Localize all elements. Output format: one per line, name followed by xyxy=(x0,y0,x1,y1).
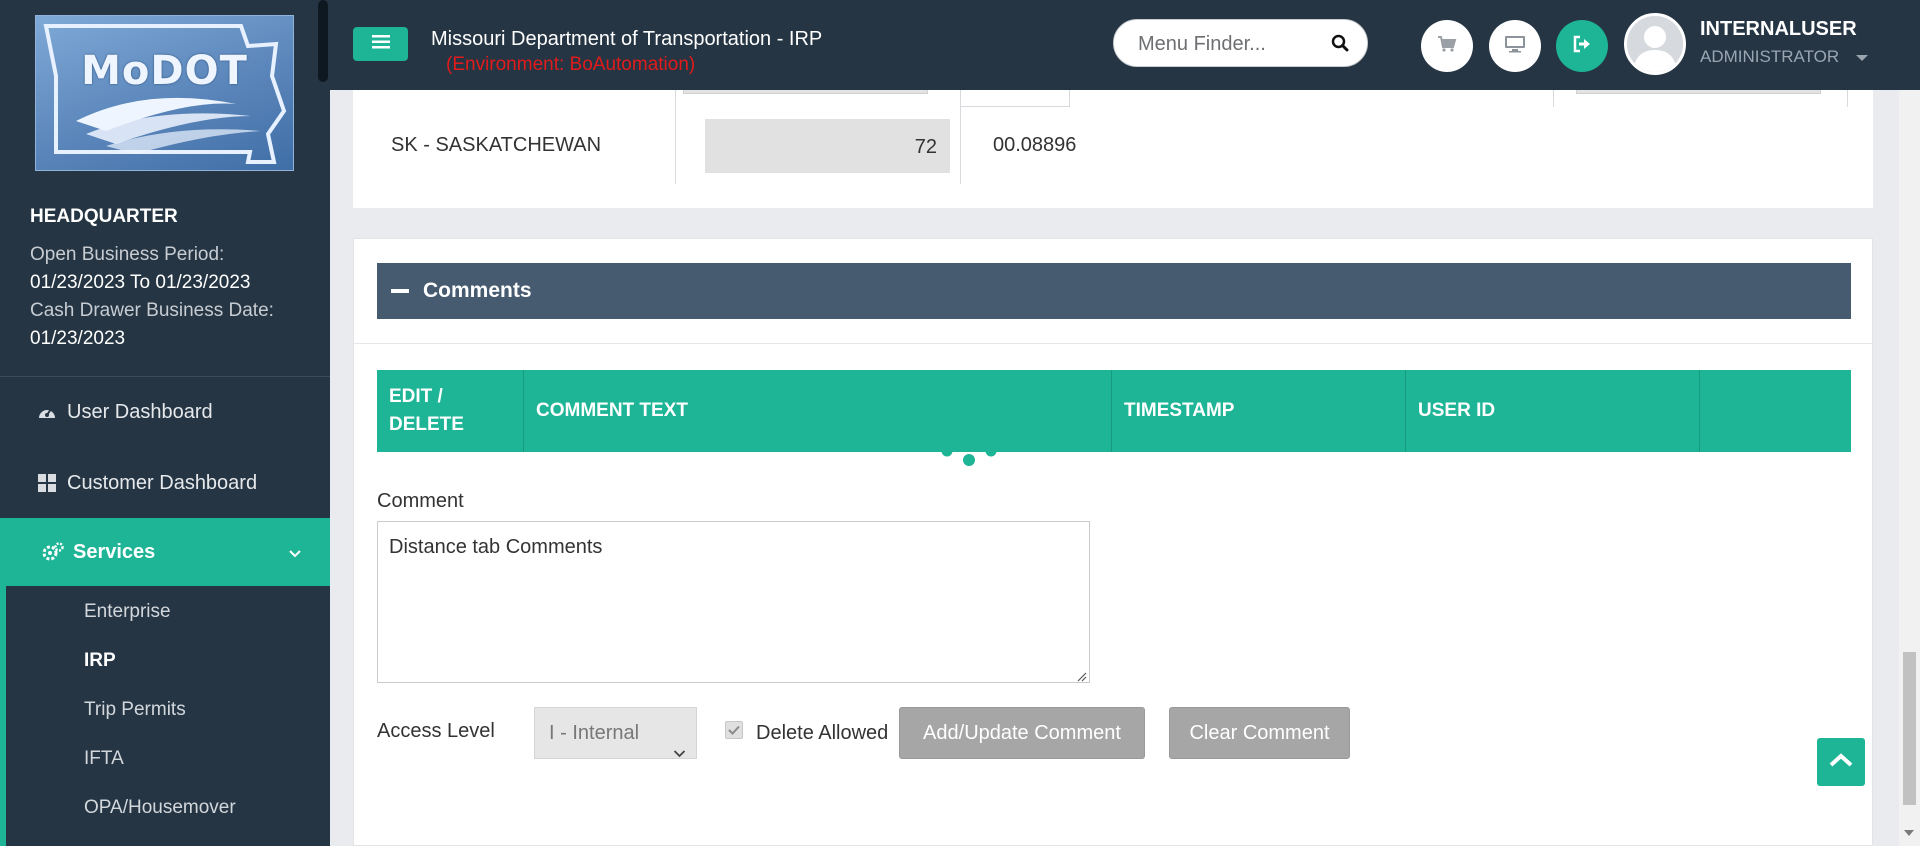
distance-percent-value: 00.08896 xyxy=(993,134,1077,156)
sidebar-item-services[interactable]: Services xyxy=(0,518,330,586)
avatar[interactable] xyxy=(1624,13,1686,75)
sidebar-scrollbar[interactable] xyxy=(318,0,328,82)
grid-icon xyxy=(36,472,58,494)
submenu-item-trip-permits[interactable]: Trip Permits xyxy=(84,699,186,721)
menu-toggle-button[interactable] xyxy=(353,27,408,61)
submenu-item-ifta[interactable]: IFTA xyxy=(84,748,124,770)
sign-out-icon xyxy=(1572,35,1592,58)
comment-textarea[interactable] xyxy=(377,521,1090,683)
jurisdiction-name: SK - SASKATCHEWAN xyxy=(391,134,602,156)
open-period-value: 01/23/2023 To 01/23/2023 xyxy=(30,272,251,293)
column-header-edit-delete: EDIT / DELETE xyxy=(377,370,524,452)
hamburger-icon xyxy=(371,34,390,54)
resize-grip-icon[interactable] xyxy=(1076,669,1087,687)
table-column-divider xyxy=(1553,90,1554,107)
user-name[interactable]: INTERNALUSER xyxy=(1700,18,1857,41)
submenu-item-opa-housemover[interactable]: OPA/Housemover xyxy=(84,797,236,819)
sidebar-divider xyxy=(0,376,330,377)
dashboard-gauge-icon xyxy=(36,401,58,423)
column-header-timestamp: TIMESTAMP xyxy=(1112,370,1406,452)
open-period-label: Open Business Period: xyxy=(30,244,225,265)
modot-logo: MoDOT xyxy=(35,15,294,171)
user-silhouette-icon xyxy=(1627,16,1683,72)
cash-drawer-label: Cash Drawer Business Date: xyxy=(30,300,274,321)
comments-panel: Comments EDIT / DELETE COMMENT TEXT TIMES… xyxy=(353,238,1873,846)
monitor-button[interactable] xyxy=(1489,20,1541,72)
previous-row-input-edge xyxy=(683,90,928,94)
column-header-comment-text: COMMENT TEXT xyxy=(524,370,1112,452)
user-role[interactable]: ADMINISTRATOR xyxy=(1700,47,1839,67)
table-column-divider xyxy=(1847,90,1848,107)
distance-miles-input[interactable]: 72 xyxy=(705,119,950,173)
delete-allowed-checkbox[interactable] xyxy=(725,721,743,739)
sidebar: MoDOT HEADQUARTER Open Business Period: … xyxy=(0,0,330,846)
delete-allowed-label: Delete Allowed xyxy=(756,722,889,744)
loading-spinner-icon xyxy=(939,445,999,471)
chevron-down-icon xyxy=(673,727,686,777)
search-icon[interactable] xyxy=(1331,34,1349,57)
sidebar-item-label: Services xyxy=(73,540,156,563)
access-level-value: I - Internal xyxy=(549,722,640,744)
sidebar-item-user-dashboard[interactable]: User Dashboard xyxy=(0,378,330,446)
scroll-down-arrow-icon[interactable] xyxy=(1904,830,1914,836)
environment-label: (Environment: BoAutomation) xyxy=(446,54,696,75)
table-column-divider xyxy=(675,90,676,184)
table-column-divider xyxy=(960,90,961,184)
checkmark-icon xyxy=(728,725,740,735)
column-header-user-id: USER ID xyxy=(1406,370,1700,452)
back-to-top-button[interactable] xyxy=(1817,738,1865,786)
cash-drawer-value: 01/23/2023 xyxy=(30,328,126,349)
clear-comment-button[interactable]: Clear Comment xyxy=(1169,707,1350,759)
chevron-down-icon xyxy=(288,542,302,565)
logo-wordmark: MoDOT xyxy=(81,48,248,94)
cart-icon xyxy=(1437,35,1457,58)
distance-table-panel: SK - SASKATCHEWAN 72 00.08896 xyxy=(353,90,1873,208)
scrollbar-thumb[interactable] xyxy=(1903,652,1916,805)
app-title: Missouri Department of Transportation - … xyxy=(431,28,823,50)
main-content: SK - SASKATCHEWAN 72 00.08896 Comments E… xyxy=(330,90,1904,846)
submenu-item-enterprise[interactable]: Enterprise xyxy=(84,601,171,623)
comments-panel-header[interactable]: Comments xyxy=(377,263,1851,319)
sidebar-item-customer-dashboard[interactable]: Customer Dashboard xyxy=(0,449,330,517)
sidebar-item-label: User Dashboard xyxy=(67,400,213,423)
logout-button[interactable] xyxy=(1556,20,1608,72)
access-level-label: Access Level xyxy=(377,720,495,742)
panel-divider xyxy=(354,343,1872,344)
comments-title: Comments xyxy=(423,279,532,302)
chevron-up-icon xyxy=(1828,752,1854,773)
comments-table-header: EDIT / DELETE COMMENT TEXT TIMESTAMP USER… xyxy=(377,370,1851,452)
sidebar-item-label: Customer Dashboard xyxy=(67,471,258,494)
submenu-item-irp[interactable]: IRP xyxy=(84,650,116,672)
page-scrollbar[interactable] xyxy=(1899,90,1920,846)
access-level-select[interactable]: I - Internal xyxy=(534,707,697,759)
office-name: HEADQUARTER xyxy=(30,206,178,227)
comment-label: Comment xyxy=(377,490,464,512)
table-cell-border xyxy=(960,106,1070,107)
gears-icon xyxy=(42,541,64,563)
previous-row-input-edge xyxy=(1576,90,1821,94)
top-header: Missouri Department of Transportation - … xyxy=(330,0,1920,90)
menu-finder xyxy=(1113,19,1368,67)
column-header-blank xyxy=(1700,370,1851,452)
menu-finder-input[interactable] xyxy=(1138,30,1328,58)
caret-down-icon[interactable] xyxy=(1856,55,1868,61)
table-column-divider xyxy=(1069,90,1070,107)
submenu-indicator xyxy=(0,586,6,846)
collapse-minus-icon[interactable] xyxy=(391,289,409,293)
cart-button[interactable] xyxy=(1421,20,1473,72)
add-update-comment-button[interactable]: Add/Update Comment xyxy=(899,707,1145,759)
monitor-icon xyxy=(1504,35,1526,58)
